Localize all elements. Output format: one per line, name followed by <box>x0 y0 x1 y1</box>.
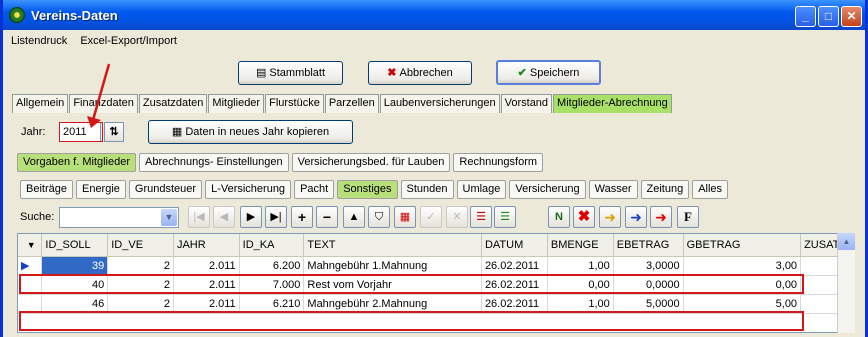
arrow-blue-icon[interactable]: ➜ <box>625 206 647 228</box>
stammblatt-label: Stammblatt <box>269 67 326 79</box>
minimize-button[interactable]: _ <box>795 6 816 27</box>
table-row[interactable]: ▶ 39 2 2.011 6.200 Mahngebühr 1.Mahnung … <box>18 256 854 276</box>
highlight-box-row-1 <box>19 274 804 294</box>
copy-data-icon: ▦ <box>171 126 186 138</box>
table-cell[interactable]: 6.200 <box>239 256 305 276</box>
tab-pacht[interactable]: Pacht <box>294 180 335 199</box>
grid-header: ▼ ID_SOLL ID_VE JAHR ID_KA TEXT DATUM BM… <box>18 234 854 257</box>
current-row-icon[interactable]: ▶ <box>18 256 43 276</box>
tab-vorgaben[interactable]: Vorgaben f. Mitglieder <box>17 153 137 172</box>
first-record-icon[interactable]: |◀ <box>188 206 210 228</box>
scroll-up-icon[interactable]: ▲ <box>838 233 855 250</box>
menu-excel-export[interactable]: Excel-Export/Import <box>80 35 177 47</box>
list-add-icon[interactable]: ☰ <box>494 206 516 228</box>
tab-mitglieder-abrechnung[interactable]: Mitglieder-Abrechnung <box>553 94 672 113</box>
tab-l-versicherung[interactable]: L-Versicherung <box>205 180 292 199</box>
tab-umlage[interactable]: Umlage <box>456 180 507 199</box>
column-header[interactable]: TEXT <box>303 234 482 257</box>
tab-versicherungsbed[interactable]: Versicherungsbed. für Lauben <box>291 153 451 172</box>
form-icon: ▤ <box>255 67 270 79</box>
speichern-label: Speichern <box>529 67 580 79</box>
column-header[interactable]: ID_SOLL <box>41 234 109 257</box>
tab-allgemein[interactable]: Allgemein <box>12 94 69 113</box>
tab-mitglieder[interactable]: Mitglieder <box>208 94 265 113</box>
highlight-box-row-3 <box>19 311 804 331</box>
column-header[interactable]: JAHR <box>173 234 240 257</box>
tab-sonstiges[interactable]: Sonstiges <box>337 180 398 199</box>
speichern-button[interactable]: ✔ Speichern <box>496 60 601 85</box>
table-cell[interactable]: 39 <box>41 256 109 276</box>
table-cell[interactable]: 3,0000 <box>613 256 684 276</box>
delete-x-icon[interactable]: ✖ <box>573 206 595 228</box>
jahr-label: Jahr: <box>21 126 46 138</box>
window-title: Vereins-Daten <box>31 8 118 23</box>
print-table-icon[interactable]: ▦ <box>394 206 416 228</box>
tab-vorstand[interactable]: Vorstand <box>500 94 553 113</box>
tab-versicherung[interactable]: Versicherung <box>509 180 586 199</box>
tab-laubenversicherungen[interactable]: Laubenversicherungen <box>379 94 500 113</box>
tab-stunden[interactable]: Stunden <box>400 180 454 199</box>
app-window: Vereins-Daten _ □ ✕ Listendruck Excel-Ex… <box>0 0 868 337</box>
list-icon[interactable]: ☰ <box>470 206 492 228</box>
column-header[interactable]: GBETRAG <box>683 234 802 257</box>
delete-record-icon[interactable]: − <box>316 206 338 228</box>
maximize-button[interactable]: □ <box>818 6 839 27</box>
menu-listendruck[interactable]: Listendruck <box>11 35 67 47</box>
tab-energie[interactable]: Energie <box>75 180 126 199</box>
tab-zeitung[interactable]: Zeitung <box>640 180 690 199</box>
arrow-yellow-icon[interactable]: ➜ <box>599 206 621 228</box>
column-header[interactable]: DATUM <box>481 234 548 257</box>
post-edit-icon[interactable]: ✓ <box>420 206 442 228</box>
checkmark-icon: ✔ <box>517 67 530 79</box>
table-cell[interactable]: 2.011 <box>173 256 240 276</box>
chevron-down-icon[interactable]: ▼ <box>161 209 177 226</box>
annotation-arrow-icon <box>87 63 111 128</box>
cancel-icon: ✖ <box>387 67 400 79</box>
formula-icon[interactable]: F <box>677 206 699 228</box>
table-cell[interactable]: Mahngebühr 1.Mahnung <box>303 256 482 276</box>
filter-icon[interactable]: ⛉ <box>368 206 390 228</box>
last-record-icon[interactable]: ▶| <box>265 206 287 228</box>
copy-year-button[interactable]: ▦ Daten in neues Jahr kopieren <box>148 120 353 144</box>
tab-beitraege[interactable]: Beiträge <box>20 180 73 199</box>
tab-zusatzdaten[interactable]: Zusatzdaten <box>138 94 208 113</box>
table-cell[interactable]: 1,00 <box>547 256 614 276</box>
stammblatt-button[interactable]: ▤ Stammblatt <box>238 61 343 85</box>
copy-year-label: Daten in neues Jahr kopieren <box>185 126 330 138</box>
prior-record-icon[interactable]: ◀ <box>213 206 235 228</box>
category-tabs: Beiträge Energie Grundsteuer L-Versicherung… <box>20 180 731 199</box>
vertical-scrollbar[interactable]: ▲ <box>837 233 855 333</box>
abbrechen-label: Abbrechen <box>399 67 453 79</box>
move-up-icon[interactable]: ▲ <box>343 206 365 228</box>
tab-alles[interactable]: Alles <box>692 180 729 199</box>
row-indicator-header[interactable]: ▼ <box>18 234 43 257</box>
cancel-edit-icon[interactable]: ✕ <box>446 206 468 228</box>
close-button[interactable]: ✕ <box>841 6 862 27</box>
menu-bar: Listendruck Excel-Export/Import <box>11 35 187 51</box>
app-icon <box>9 7 25 23</box>
arrow-red-icon[interactable]: ➜ <box>650 206 672 228</box>
tab-rechnungsform[interactable]: Rechnungsform <box>453 153 544 172</box>
tab-wasser[interactable]: Wasser <box>588 180 638 199</box>
table-cell[interactable]: 2 <box>107 256 174 276</box>
add-record-icon[interactable]: + <box>291 206 313 228</box>
search-combobox[interactable]: ▼ <box>59 207 179 228</box>
tab-flurstuecke[interactable]: Flurstücke <box>265 94 324 113</box>
next-record-icon[interactable]: ▶ <box>240 206 262 228</box>
title-bar[interactable]: Vereins-Daten _ □ ✕ <box>3 0 865 30</box>
new-document-icon[interactable]: N <box>548 206 570 228</box>
sub-tabs: Vorgaben f. Mitglieder Abrechnungs- Einst… <box>17 153 546 172</box>
search-label: Suche: <box>20 211 55 223</box>
tab-abrechnungs-einstellungen[interactable]: Abrechnungs- Einstellungen <box>139 153 289 172</box>
column-header[interactable]: BMENGE <box>547 234 614 257</box>
tab-grundsteuer[interactable]: Grundsteuer <box>128 180 203 199</box>
column-header[interactable]: ID_KA <box>239 234 305 257</box>
tab-parzellen[interactable]: Parzellen <box>324 94 379 113</box>
column-header[interactable]: ID_VE <box>107 234 174 257</box>
table-cell[interactable]: 26.02.2011 <box>481 256 548 276</box>
column-header[interactable]: EBETRAG <box>613 234 684 257</box>
abbrechen-button[interactable]: ✖ Abbrechen <box>368 61 472 85</box>
table-cell[interactable]: 3,00 <box>683 256 802 276</box>
